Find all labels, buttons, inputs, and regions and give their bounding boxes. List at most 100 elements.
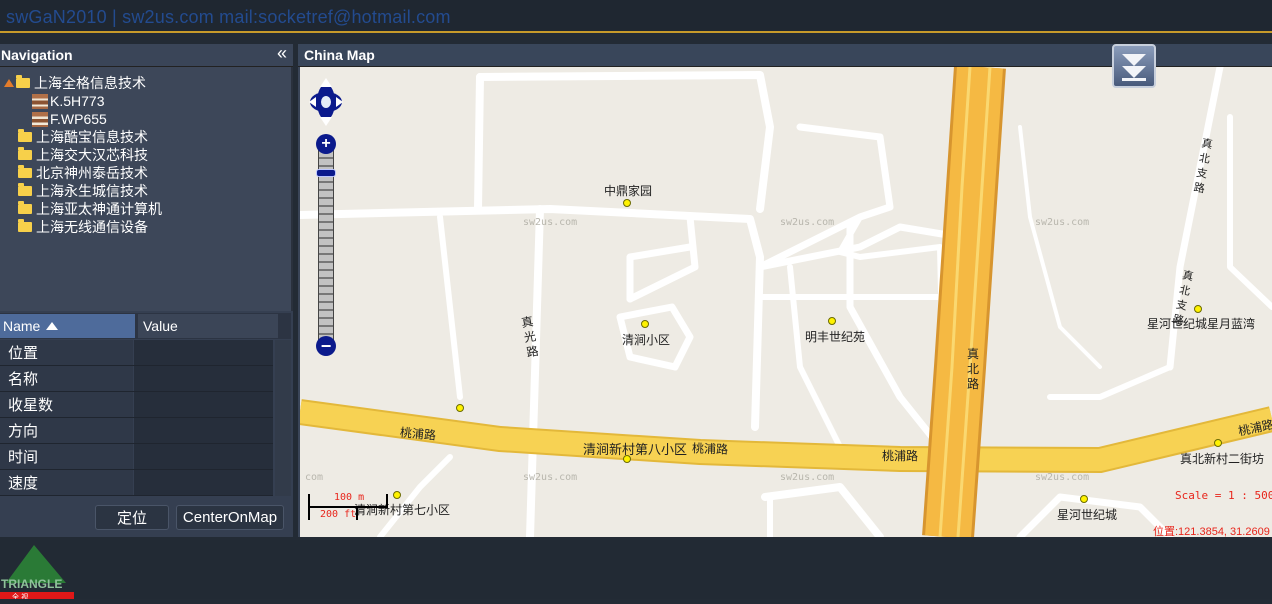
center-on-map-button[interactable]: CenterOnMap: [176, 505, 284, 530]
map-watermark: sw2us.com: [523, 472, 578, 483]
map-canvas[interactable]: sw2us.com sw2us.com sw2us.com sw2us.com …: [300, 67, 1272, 537]
property-name: 收星数: [0, 392, 133, 417]
poi-marker[interactable]: [623, 199, 631, 207]
navigation-title: Navigation: [1, 47, 73, 63]
grid-scrollbar[interactable]: [275, 340, 291, 496]
property-value: [134, 366, 273, 391]
zoom-slider[interactable]: + −: [316, 134, 336, 356]
property-name: 速度: [0, 470, 133, 495]
scale-ratio: Scale = 1 : 5000: [1175, 489, 1272, 502]
poi-label: 明丰世纪苑: [805, 330, 866, 344]
property-grid-header: Name Value: [0, 313, 291, 339]
road-label: 桃浦路: [399, 425, 437, 443]
folder-icon: [18, 201, 32, 214]
collapse-panel-button[interactable]: [1112, 44, 1156, 88]
locate-button[interactable]: 定位: [95, 505, 169, 530]
sort-ascending-icon: [46, 322, 59, 330]
property-value: [134, 340, 273, 365]
map-watermark: sw2us.com: [523, 217, 578, 228]
scale-feet: 200 ft: [320, 509, 357, 520]
poi-label: 星河世纪城星月蓝湾: [1147, 317, 1256, 331]
tree-vehicle-0[interactable]: K.5H773: [32, 92, 104, 110]
column-value-header[interactable]: Value: [138, 314, 278, 338]
road-label: 桃浦路: [691, 441, 729, 457]
double-chevron-down-icon: [1122, 54, 1146, 81]
folder-icon: [18, 219, 32, 232]
left-panel: Navigation « 上海全格信息技术 K.5H773 F.WP655 上海…: [0, 43, 293, 537]
company-logo: TRIANGLE 全 视: [0, 543, 74, 601]
property-name: 时间: [0, 444, 133, 469]
collapse-icon[interactable]: «: [277, 43, 287, 64]
tree-group-label: 上海亚太神通计算机: [36, 201, 162, 217]
property-value: [134, 392, 273, 417]
road-label: 桃浦路: [882, 449, 919, 463]
property-name: 位置: [0, 340, 133, 365]
tree-group-label: 上海永生城信技术: [36, 183, 148, 199]
scale-bar: 100 m 200 ft: [308, 492, 388, 522]
expand-arrow-icon[interactable]: [4, 79, 14, 87]
tree-group-0[interactable]: 上海全格信息技术: [4, 74, 146, 92]
property-name: 方向: [0, 418, 133, 443]
table-row[interactable]: 收星数: [0, 392, 273, 418]
column-name-header[interactable]: Name: [0, 314, 135, 338]
poi-marker[interactable]: [456, 404, 464, 412]
tree-group-label: 上海全格信息技术: [34, 75, 146, 91]
property-value: [134, 470, 273, 495]
poi-marker[interactable]: [1194, 305, 1202, 313]
poi-label: 星河世纪城: [1057, 508, 1118, 522]
position-readout: 位置:121.3854, 31.2609: [1153, 526, 1270, 537]
zoom-thumb[interactable]: [316, 169, 336, 178]
poi-marker[interactable]: [641, 320, 649, 328]
tree-group-1[interactable]: 上海酷宝信息技术: [18, 128, 148, 146]
tree-group-label: 北京神州泰岳技术: [36, 165, 148, 181]
pan-control-icon[interactable]: [308, 75, 344, 129]
poi-marker[interactable]: [828, 317, 836, 325]
tree-group-5[interactable]: 上海亚太神通计算机: [18, 200, 162, 218]
tree-group-3[interactable]: 北京神州泰岳技术: [18, 164, 148, 182]
tree-group-label: 上海无线通信设备: [36, 219, 148, 235]
tree-group-label: 上海交大汉芯科技: [36, 147, 148, 163]
table-row[interactable]: 位置: [0, 340, 273, 366]
map-roads: [300, 67, 1272, 537]
poi-label: 清涧小区: [622, 333, 671, 347]
tree-group-4[interactable]: 上海永生城信技术: [18, 182, 148, 200]
app-title: swGaN2010 | sw2us.com mail:socketref@hot…: [6, 7, 451, 27]
vehicle-icon: [32, 93, 48, 109]
folder-icon: [18, 165, 32, 178]
road-label: 真北路: [967, 347, 980, 391]
property-value: [134, 444, 273, 469]
table-row[interactable]: 名称: [0, 366, 273, 392]
table-row[interactable]: 方向: [0, 418, 273, 444]
svg-text:TRIANGLE: TRIANGLE: [1, 577, 62, 591]
poi-label: 清涧新村第八小区: [583, 442, 688, 457]
poi-marker[interactable]: [1080, 495, 1088, 503]
table-row[interactable]: 速度: [0, 470, 273, 496]
tree-group-label: 上海酷宝信息技术: [36, 129, 148, 145]
property-value: [134, 418, 273, 443]
scale-meters: 100 m: [334, 492, 365, 503]
zoom-out-icon[interactable]: −: [316, 336, 336, 356]
map-watermark: com: [305, 472, 324, 483]
map-watermark: sw2us.com: [1035, 472, 1090, 483]
folder-icon: [18, 129, 32, 142]
map-panel: China Map sw2us.com sw2us.com sw2us.com …: [298, 44, 1272, 537]
poi-label: 中鼎家园: [604, 184, 653, 198]
title-bar: swGaN2010 | sw2us.com mail:socketref@hot…: [0, 0, 1272, 33]
poi-marker[interactable]: [1214, 439, 1222, 447]
vehicle-label: F.WP655: [50, 111, 107, 127]
zoom-in-icon[interactable]: +: [316, 134, 336, 154]
vehicle-label: K.5H773: [50, 93, 105, 109]
column-value-label: Value: [143, 318, 178, 334]
navigation-header: Navigation «: [0, 43, 293, 67]
poi-marker[interactable]: [393, 491, 401, 499]
map-watermark: sw2us.com: [1035, 217, 1090, 228]
navigation-tree: 上海全格信息技术 K.5H773 F.WP655 上海酷宝信息技术 上海交大汉芯…: [0, 67, 293, 311]
poi-label: 真北新村二街坊: [1180, 452, 1265, 466]
folder-icon: [18, 147, 32, 160]
tree-group-6[interactable]: 上海无线通信设备: [18, 218, 148, 236]
map-watermark: sw2us.com: [780, 217, 835, 228]
tree-group-2[interactable]: 上海交大汉芯科技: [18, 146, 148, 164]
map-watermark: sw2us.com: [780, 472, 835, 483]
table-row[interactable]: 时间: [0, 444, 273, 470]
tree-vehicle-1[interactable]: F.WP655: [32, 110, 107, 128]
